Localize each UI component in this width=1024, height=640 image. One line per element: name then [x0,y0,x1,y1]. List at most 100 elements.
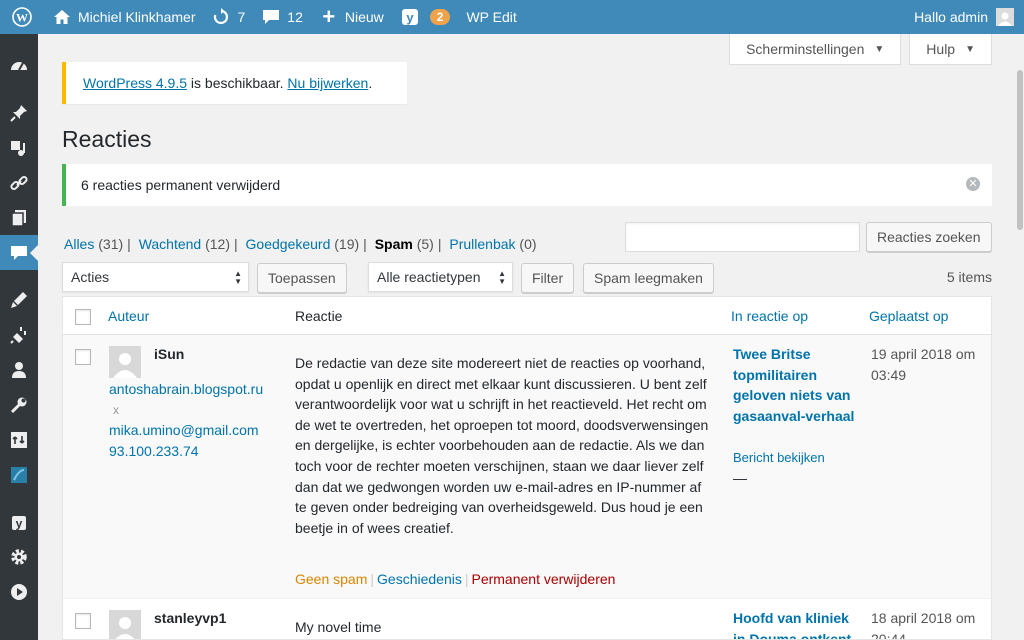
filter-trash-label: Prullenbak [449,236,516,252]
update-notice-text: is beschikbaar. [187,75,288,91]
filter-all-count: (31) [98,236,124,252]
comments-link[interactable]: 12 [253,0,311,34]
bulk-action-select[interactable]: Acties ▲ ▼ [62,262,249,292]
search-comments-button[interactable]: Reacties zoeken [866,222,992,252]
filter-all[interactable]: Alles (31) [64,236,123,252]
yoast-badge: 2 [429,9,451,25]
home-icon [52,7,72,27]
new-content-link[interactable]: + Nieuw [311,0,392,34]
items-count: 5 items [946,269,992,285]
svg-text:W: W [16,11,28,25]
wp-edit-link[interactable]: WP Edit [458,0,524,34]
avatar [109,346,141,378]
pending-count-dash: — [733,470,747,486]
filter-pending[interactable]: Wachtend (12) [139,236,230,252]
menu-import[interactable] [0,422,38,457]
wordpress-icon: W [12,7,32,27]
wp-edit-label: WP Edit [466,9,517,25]
my-account-link[interactable]: Hallo admin [906,0,1014,34]
greeting: Hallo admin [914,9,988,25]
filter-spam[interactable]: Spam (5) [375,236,434,252]
search-input[interactable] [625,222,860,252]
column-date[interactable]: Geplaatst op [869,308,948,324]
site-name-link[interactable]: Michiel Klinkhamer [44,0,203,34]
author-ip-link[interactable]: 93.100.233.74 [109,443,199,459]
response-post-link[interactable]: Twee Britse topmilitairen geloven niets … [733,344,858,426]
row-checkbox[interactable] [75,613,91,629]
wordpress-version-link[interactable]: WordPress 4.9.5 [83,75,187,91]
yoast-link[interactable]: y 2 [392,0,459,34]
media-icon [11,140,25,156]
success-notice: 6 reacties permanent verwijderd ✕ [62,164,992,206]
import-icon [11,431,27,448]
history-link[interactable]: Geschiedenis [377,571,462,587]
select-all-checkbox[interactable] [75,309,91,325]
play-icon [11,583,27,600]
dismiss-icon[interactable]: ✕ [966,177,980,191]
menu-dashboard[interactable] [0,48,38,83]
comments-table: Auteur Reactie In reactie op Geplaatst o… [62,296,992,640]
filter-approved-label: Goedgekeurd [245,236,331,252]
not-spam-link[interactable]: Geen spam [295,571,367,587]
menu-yoast[interactable]: y [0,504,38,539]
plus-icon: + [322,4,336,29]
empty-spam-button[interactable]: Spam leegmaken [583,263,714,293]
row-checkbox[interactable] [75,349,91,365]
site-name: Michiel Klinkhamer [78,9,196,25]
menu-extra[interactable] [0,457,38,492]
comment-date: 18 april 2018 om 20:44 [871,610,976,640]
update-now-link[interactable]: Nu bijwerken [287,75,368,91]
menu-appearance[interactable] [0,282,38,317]
comments-count: 12 [287,9,303,25]
refresh-icon [211,7,231,27]
tools-icon [10,397,27,413]
search-box: Reacties zoeken [625,222,992,252]
yoast-icon: y [400,7,420,27]
column-author[interactable]: Auteur [108,308,149,324]
filter-approved[interactable]: Goedgekeurd (19) [246,236,360,252]
filter-all-label: Alles [64,236,95,252]
menu-tools[interactable] [0,387,38,422]
filter-trash-count: (0) [519,236,537,252]
menu-media[interactable] [0,130,38,165]
menu-links[interactable] [0,165,38,200]
menu-users[interactable] [0,352,38,387]
view-post-link[interactable]: Bericht bekijken [733,450,825,465]
author-url-link[interactable]: antoshabrain.blogspot.ru [109,381,263,397]
menu-comments[interactable] [0,235,38,270]
comment-text: De redactie van deze site modereert niet… [295,355,709,536]
wordpress-logo-button[interactable]: W [0,0,44,34]
updates-link[interactable]: 7 [203,0,253,34]
page-scrollbar[interactable] [1016,34,1024,640]
pin-icon [10,104,27,122]
square-logo-icon [11,466,27,483]
appearance-icon [11,291,27,308]
bulk-action-value: Acties [71,269,110,285]
apply-button[interactable]: Toepassen [257,263,347,293]
table-header: Auteur Reactie In reactie op Geplaatst o… [63,297,991,335]
comment-date: 19 april 2018 om 03:49 [871,346,976,383]
filter-trash[interactable]: Prullenbak (0) [449,236,536,252]
response-post-link[interactable]: Hoofd van kliniek in Douma ontkent [733,608,858,639]
author-separator: x [113,403,119,417]
menu-plugins[interactable] [0,317,38,352]
main-content: Scherminstellingen ▼ Hulp ▼ WordPress 4.… [38,34,1024,640]
screen-options-button[interactable]: Scherminstellingen ▼ [729,34,902,65]
author-email-link[interactable]: mika.umino@gmail.com [109,422,259,438]
menu-media-player[interactable] [0,574,38,609]
comment-type-select[interactable]: Alle reactietypen ▲ ▼ [368,262,513,292]
menu-settings[interactable] [0,539,38,574]
delete-permanently-link[interactable]: Permanent verwijderen [471,571,615,587]
yoast-icon: y [12,515,26,530]
menu-pages[interactable] [0,200,38,235]
admin-bar: W Michiel Klinkhamer 7 12 + Nieuw y 2 WP… [0,0,1024,34]
scrollbar-thumb[interactable] [1017,70,1023,230]
comments-icon [11,245,27,260]
screen-meta-links: Scherminstellingen ▼ Hulp ▼ [729,34,992,65]
help-button[interactable]: Hulp ▼ [909,34,992,65]
filter-button[interactable]: Filter [521,263,575,293]
menu-posts[interactable] [0,95,38,130]
comment-author: stanleyvp1 [154,610,227,626]
screen-options-label: Scherminstellingen [746,41,865,57]
column-response[interactable]: In reactie op [731,308,808,324]
